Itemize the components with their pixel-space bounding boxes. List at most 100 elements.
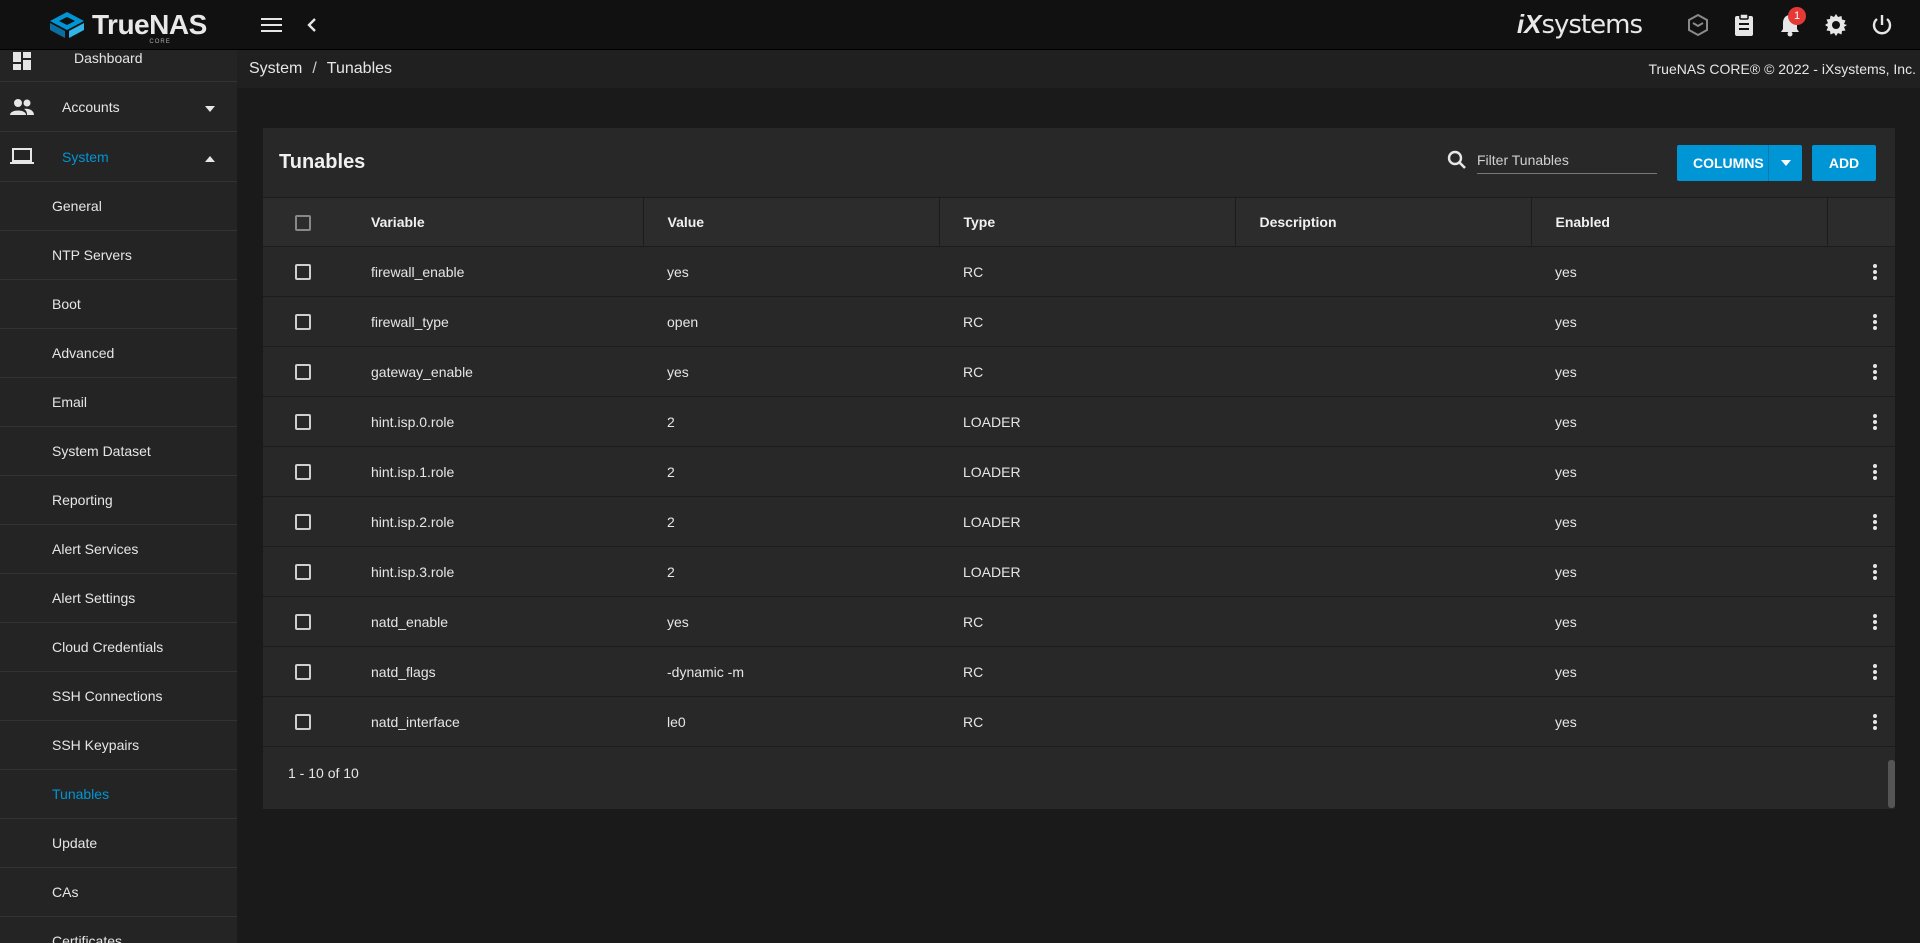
- cell-enabled: yes: [1555, 263, 1577, 280]
- sidebar-item-update[interactable]: Update: [0, 819, 237, 868]
- sidebar-item-cas[interactable]: CAs: [0, 868, 237, 917]
- sidebar-item-ssh-keypairs[interactable]: SSH Keypairs: [0, 721, 237, 770]
- sidebar-item-tunables[interactable]: Tunables: [0, 770, 237, 819]
- row-checkbox[interactable]: [295, 714, 311, 731]
- row-actions-button[interactable]: [1851, 563, 1895, 580]
- table-row[interactable]: natd_flags -dynamic -m RC yes: [263, 647, 1895, 697]
- row-checkbox[interactable]: [295, 514, 311, 531]
- sidebar-item-boot[interactable]: Boot: [0, 280, 237, 329]
- row-actions-cell: [1827, 597, 1895, 647]
- add-button[interactable]: ADD: [1812, 145, 1876, 181]
- table-row[interactable]: firewall_type open RC yes: [263, 297, 1895, 347]
- column-header-description[interactable]: Description: [1235, 197, 1532, 247]
- sidebar-item-alert-services[interactable]: Alert Services: [0, 525, 237, 574]
- sidebar-item-ntp-servers[interactable]: NTP Servers: [0, 231, 237, 280]
- columns-dropdown-toggle[interactable]: [1768, 145, 1802, 181]
- caret-up-icon: [205, 149, 215, 165]
- row-checkbox[interactable]: [295, 664, 311, 681]
- truecommand-button[interactable]: [1678, 5, 1718, 45]
- row-checkbox[interactable]: [295, 614, 311, 631]
- row-checkbox[interactable]: [295, 264, 311, 281]
- row-actions-button[interactable]: [1851, 263, 1895, 280]
- sidebar-item-label: Alert Services: [52, 541, 139, 557]
- table-row[interactable]: natd_interface le0 RC yes: [263, 697, 1895, 747]
- cell-description: [1235, 597, 1531, 647]
- more-vert-icon: [1873, 663, 1877, 680]
- search-icon: [1447, 150, 1466, 169]
- column-header-type[interactable]: Type: [939, 197, 1236, 247]
- column-header-variable[interactable]: Variable: [347, 197, 644, 247]
- table-row[interactable]: gateway_enable yes RC yes: [263, 347, 1895, 397]
- cell-description: [1235, 447, 1531, 497]
- truenas-logo[interactable]: TrueNAS CORE: [0, 0, 237, 50]
- row-actions-button[interactable]: [1851, 363, 1895, 380]
- row-actions-button[interactable]: [1851, 463, 1895, 480]
- sidebar-item-ssh-connections[interactable]: SSH Connections: [0, 672, 237, 721]
- sidebar-item-dashboard[interactable]: Dashboard: [0, 50, 237, 82]
- breadcrumb-separator: /: [312, 60, 317, 77]
- row-actions-cell: [1827, 397, 1895, 447]
- row-checkbox[interactable]: [295, 364, 311, 381]
- sidebar-item-reporting[interactable]: Reporting: [0, 476, 237, 525]
- select-all-checkbox[interactable]: [295, 214, 311, 231]
- sidebar-item-general[interactable]: General: [0, 182, 237, 231]
- row-actions-button[interactable]: [1851, 713, 1895, 730]
- cell-value: 2: [667, 463, 675, 480]
- columns-button[interactable]: COLUMNS: [1677, 145, 1802, 181]
- row-actions-button[interactable]: [1851, 513, 1895, 530]
- column-header-enabled[interactable]: Enabled: [1531, 197, 1828, 247]
- sidebar-item-system-dataset[interactable]: System Dataset: [0, 427, 237, 476]
- sidebar-item-cloud-credentials[interactable]: Cloud Credentials: [0, 623, 237, 672]
- row-checkbox-cell: [263, 397, 347, 447]
- sidebar-item-email[interactable]: Email: [0, 378, 237, 427]
- cell-description: [1235, 497, 1531, 547]
- menu-toggle-button[interactable]: [252, 5, 292, 45]
- settings-button[interactable]: [1816, 5, 1856, 45]
- row-checkbox-cell: [263, 647, 347, 697]
- search-input[interactable]: [1477, 146, 1657, 174]
- row-actions-cell: [1827, 697, 1895, 747]
- sidebar-item-advanced[interactable]: Advanced: [0, 329, 237, 378]
- sidebar-item-label: Email: [52, 394, 88, 410]
- column-header-value[interactable]: Value: [643, 197, 940, 247]
- cell-enabled: yes: [1555, 363, 1577, 380]
- row-actions-button[interactable]: [1851, 413, 1895, 430]
- table-row[interactable]: firewall_enable yes RC yes: [263, 247, 1895, 297]
- row-actions-button[interactable]: [1851, 613, 1895, 630]
- laptop-icon: [10, 145, 34, 169]
- row-checkbox[interactable]: [295, 464, 311, 481]
- scrollbar-thumb[interactable]: [1888, 760, 1895, 808]
- collapse-sidebar-button[interactable]: [292, 5, 332, 45]
- table-row[interactable]: natd_enable yes RC yes: [263, 597, 1895, 647]
- sidebar-item-system[interactable]: System: [0, 132, 237, 182]
- power-button[interactable]: [1862, 5, 1902, 45]
- row-actions-button[interactable]: [1851, 313, 1895, 330]
- table-row[interactable]: hint.isp.2.role 2 LOADER yes: [263, 497, 1895, 547]
- sidebar-item-accounts[interactable]: Accounts: [0, 82, 237, 132]
- row-checkbox-cell: [263, 697, 347, 747]
- sidebar-item-label: Update: [52, 835, 98, 851]
- more-vert-icon: [1873, 263, 1877, 280]
- table-row[interactable]: hint.isp.3.role 2 LOADER yes: [263, 547, 1895, 597]
- cell-description: [1235, 647, 1531, 697]
- row-actions-cell: [1827, 647, 1895, 697]
- row-actions-cell: [1827, 547, 1895, 597]
- row-checkbox[interactable]: [295, 314, 311, 331]
- row-actions-button[interactable]: [1851, 663, 1895, 680]
- breadcrumb-system-link[interactable]: System: [249, 60, 302, 78]
- sidebar-item-alert-settings[interactable]: Alert Settings: [0, 574, 237, 623]
- sidebar-item-certificates[interactable]: Certificates: [0, 917, 237, 943]
- ix-text: iX: [1516, 9, 1542, 39]
- cell-enabled: yes: [1555, 513, 1577, 530]
- row-checkbox[interactable]: [295, 564, 311, 581]
- sidebar-item-label: CAs: [52, 884, 79, 900]
- table-row[interactable]: hint.isp.0.role 2 LOADER yes: [263, 397, 1895, 447]
- task-manager-button[interactable]: [1724, 5, 1764, 45]
- row-checkbox[interactable]: [295, 414, 311, 431]
- cell-variable: firewall_enable: [371, 263, 465, 280]
- more-vert-icon: [1873, 413, 1877, 430]
- breadcrumb: System / Tunables TrueNAS CORE® © 2022 -…: [237, 50, 1920, 88]
- notifications-button[interactable]: 1: [1770, 5, 1810, 45]
- table-row[interactable]: hint.isp.1.role 2 LOADER yes: [263, 447, 1895, 497]
- ixsystems-logo[interactable]: iX systems: [1516, 9, 1643, 40]
